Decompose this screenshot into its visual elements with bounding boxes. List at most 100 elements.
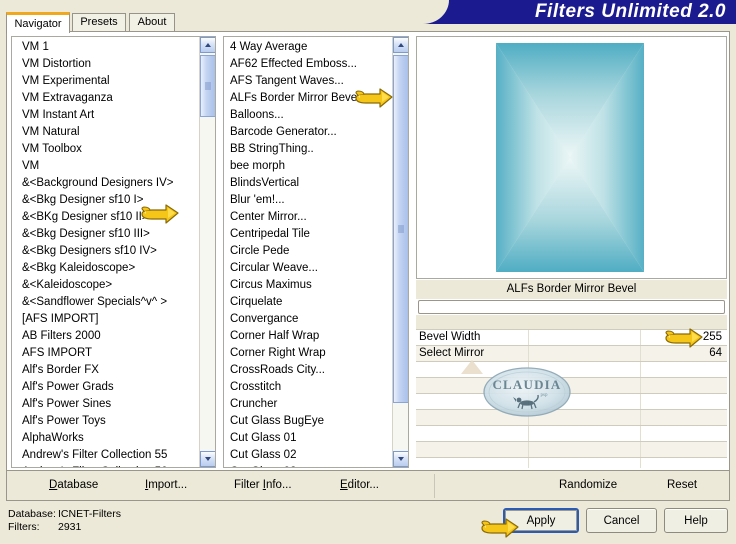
filter-item[interactable]: Corner Half Wrap: [224, 328, 391, 345]
filter-item[interactable]: Centripedal Tile: [224, 226, 391, 243]
navigator-item[interactable]: Andrew's Filter Collection 55: [12, 447, 198, 464]
filter-item[interactable]: 4 Way Average: [224, 39, 391, 56]
filter-item[interactable]: BB StringThing..: [224, 141, 391, 158]
preview-pane[interactable]: [416, 36, 727, 279]
navigator-item[interactable]: VM Instant Art: [12, 107, 198, 124]
parameter-tick: [640, 458, 641, 468]
parameter-rows: Bevel Width 255 Select Mirror 64: [416, 330, 727, 468]
client-area: VM 1 VM Distortion VM Experimental VM Extra…: [6, 31, 730, 471]
navigator-item[interactable]: VM Natural: [12, 124, 198, 141]
filter-item[interactable]: Circus Maximus: [224, 277, 391, 294]
navigator-scroll-up-button[interactable]: [200, 37, 215, 53]
filter-item[interactable]: Cirquelate: [224, 294, 391, 311]
navigator-item[interactable]: Alf's Power Grads: [12, 379, 198, 396]
parameter-row[interactable]: Select Mirror 64: [416, 346, 727, 362]
navigator-item[interactable]: AB Filters 2000: [12, 328, 198, 345]
navigator-item-label: VM Experimental: [22, 75, 110, 87]
navigator-item[interactable]: Alf's Power Sines: [12, 396, 198, 413]
filter-item[interactable]: bee morph: [224, 158, 391, 175]
tab-about[interactable]: About: [129, 13, 175, 31]
filter-item[interactable]: Cut Glass 03: [224, 464, 391, 467]
navigator-item[interactable]: VM: [12, 158, 198, 175]
filter-item[interactable]: Cut Glass BugEye: [224, 413, 391, 430]
navigator-item[interactable]: &<Bkg Designers sf10 IV>: [12, 243, 198, 260]
editor-button[interactable]: Editor...: [340, 479, 379, 491]
filter-item[interactable]: Crosstitch: [224, 379, 391, 396]
filter-item[interactable]: Convergance: [224, 311, 391, 328]
navigator-scrollbar[interactable]: [199, 37, 215, 467]
filter-item[interactable]: Center Mirror...: [224, 209, 391, 226]
parameter-entry-field[interactable]: [418, 300, 725, 314]
import-button[interactable]: Import...: [145, 479, 187, 491]
filter-item[interactable]: Cruncher: [224, 396, 391, 413]
navigator-scroll-down-button[interactable]: [200, 451, 215, 467]
parameter-row[interactable]: [416, 378, 727, 394]
filter-item[interactable]: AFS Tangent Waves...: [224, 73, 391, 90]
tab-presets[interactable]: Presets: [72, 13, 126, 31]
filter-scroll-down-button[interactable]: [393, 451, 408, 467]
navigator-item[interactable]: &<Bkg Designer sf10 III>: [12, 226, 198, 243]
reset-button[interactable]: Reset: [667, 479, 697, 491]
filter-scroll-up-button[interactable]: [393, 37, 408, 53]
navigator-item[interactable]: VM Distortion: [12, 56, 198, 73]
parameter-row[interactable]: [416, 410, 727, 426]
filter-item[interactable]: Circle Pede: [224, 243, 391, 260]
filter-item[interactable]: CrossRoads City...: [224, 362, 391, 379]
preview-filter-name: ALFs Border Mirror Bevel: [416, 280, 727, 299]
navigator-item[interactable]: AlphaWorks: [12, 430, 198, 447]
parameter-row[interactable]: [416, 426, 727, 442]
navigator-scroll-thumb[interactable]: [200, 55, 215, 117]
filter-item[interactable]: BlindsVertical: [224, 175, 391, 192]
navigator-item[interactable]: AFS IMPORT: [12, 345, 198, 362]
navigator-item[interactable]: &<Bkg Designer sf10 I>: [12, 192, 198, 209]
parameter-row[interactable]: Bevel Width 255: [416, 330, 727, 346]
navigator-item[interactable]: VM Experimental: [12, 73, 198, 90]
filter-item[interactable]: Barcode Generator...: [224, 124, 391, 141]
parameter-row[interactable]: [416, 442, 727, 458]
preview-image: [496, 43, 644, 272]
tab-navigator[interactable]: Navigator: [6, 12, 70, 33]
filter-info-button[interactable]: Filter Info...: [234, 479, 292, 491]
parameter-tick: [528, 346, 529, 361]
filter-item[interactable]: ALFs Border Mirror Bevel: [224, 90, 391, 107]
database-menu-button[interactable]: Database: [49, 479, 98, 491]
navigator-item[interactable]: VM 1: [12, 39, 198, 56]
status-database-value: ICNET-Filters: [58, 508, 121, 520]
filter-item[interactable]: AF62 Effected Emboss...: [224, 56, 391, 73]
parameter-row[interactable]: [416, 458, 727, 468]
title-banner: Filters Unlimited 2.0: [413, 0, 736, 24]
navigator-item[interactable]: Alf's Border FX: [12, 362, 198, 379]
navigator-item[interactable]: [AFS IMPORT]: [12, 311, 198, 328]
filter-scroll-thumb[interactable]: [393, 55, 408, 403]
navigator-list[interactable]: VM 1 VM Distortion VM Experimental VM Extra…: [11, 36, 216, 468]
filter-item-label: AF62 Effected Emboss...: [230, 58, 357, 70]
filter-item[interactable]: Circular Weave...: [224, 260, 391, 277]
navigator-item-label: AFS IMPORT: [22, 347, 93, 359]
parameter-row[interactable]: [416, 362, 727, 378]
navigator-item[interactable]: VM Toolbox: [12, 141, 198, 158]
navigator-item-label: AlphaWorks: [22, 432, 84, 444]
parameter-row[interactable]: [416, 394, 727, 410]
help-button[interactable]: Help: [664, 508, 728, 533]
navigator-item[interactable]: &<BKg Designer sf10 II>: [12, 209, 198, 226]
navigator-item[interactable]: &<Sandflower Specials^v^ >: [12, 294, 198, 311]
navigator-item[interactable]: VM Extravaganza: [12, 90, 198, 107]
filter-item[interactable]: Cut Glass 02: [224, 447, 391, 464]
navigator-item[interactable]: Alf's Power Toys: [12, 413, 198, 430]
filter-item[interactable]: Balloons...: [224, 107, 391, 124]
randomize-button[interactable]: Randomize: [559, 479, 617, 491]
filter-item[interactable]: Corner Right Wrap: [224, 345, 391, 362]
navigator-item[interactable]: &<Background Designers IV>: [12, 175, 198, 192]
navigator-item[interactable]: Andrew's Filter Collection 56: [12, 464, 198, 467]
navigator-item[interactable]: &<Bkg Kaleidoscope>: [12, 260, 198, 277]
filter-item[interactable]: Blur 'em!...: [224, 192, 391, 209]
parameter-value: 64: [709, 347, 722, 359]
filter-list[interactable]: 4 Way Average AF62 Effected Emboss... AFS …: [223, 36, 409, 468]
status-filters-row: Filters: 2931: [8, 521, 121, 534]
navigator-item-label: AB Filters 2000: [22, 330, 101, 342]
filter-scrollbar[interactable]: [392, 37, 408, 467]
apply-button[interactable]: Apply: [503, 508, 579, 533]
filter-item[interactable]: Cut Glass 01: [224, 430, 391, 447]
cancel-button[interactable]: Cancel: [586, 508, 657, 533]
navigator-item[interactable]: &<Kaleidoscope>: [12, 277, 198, 294]
